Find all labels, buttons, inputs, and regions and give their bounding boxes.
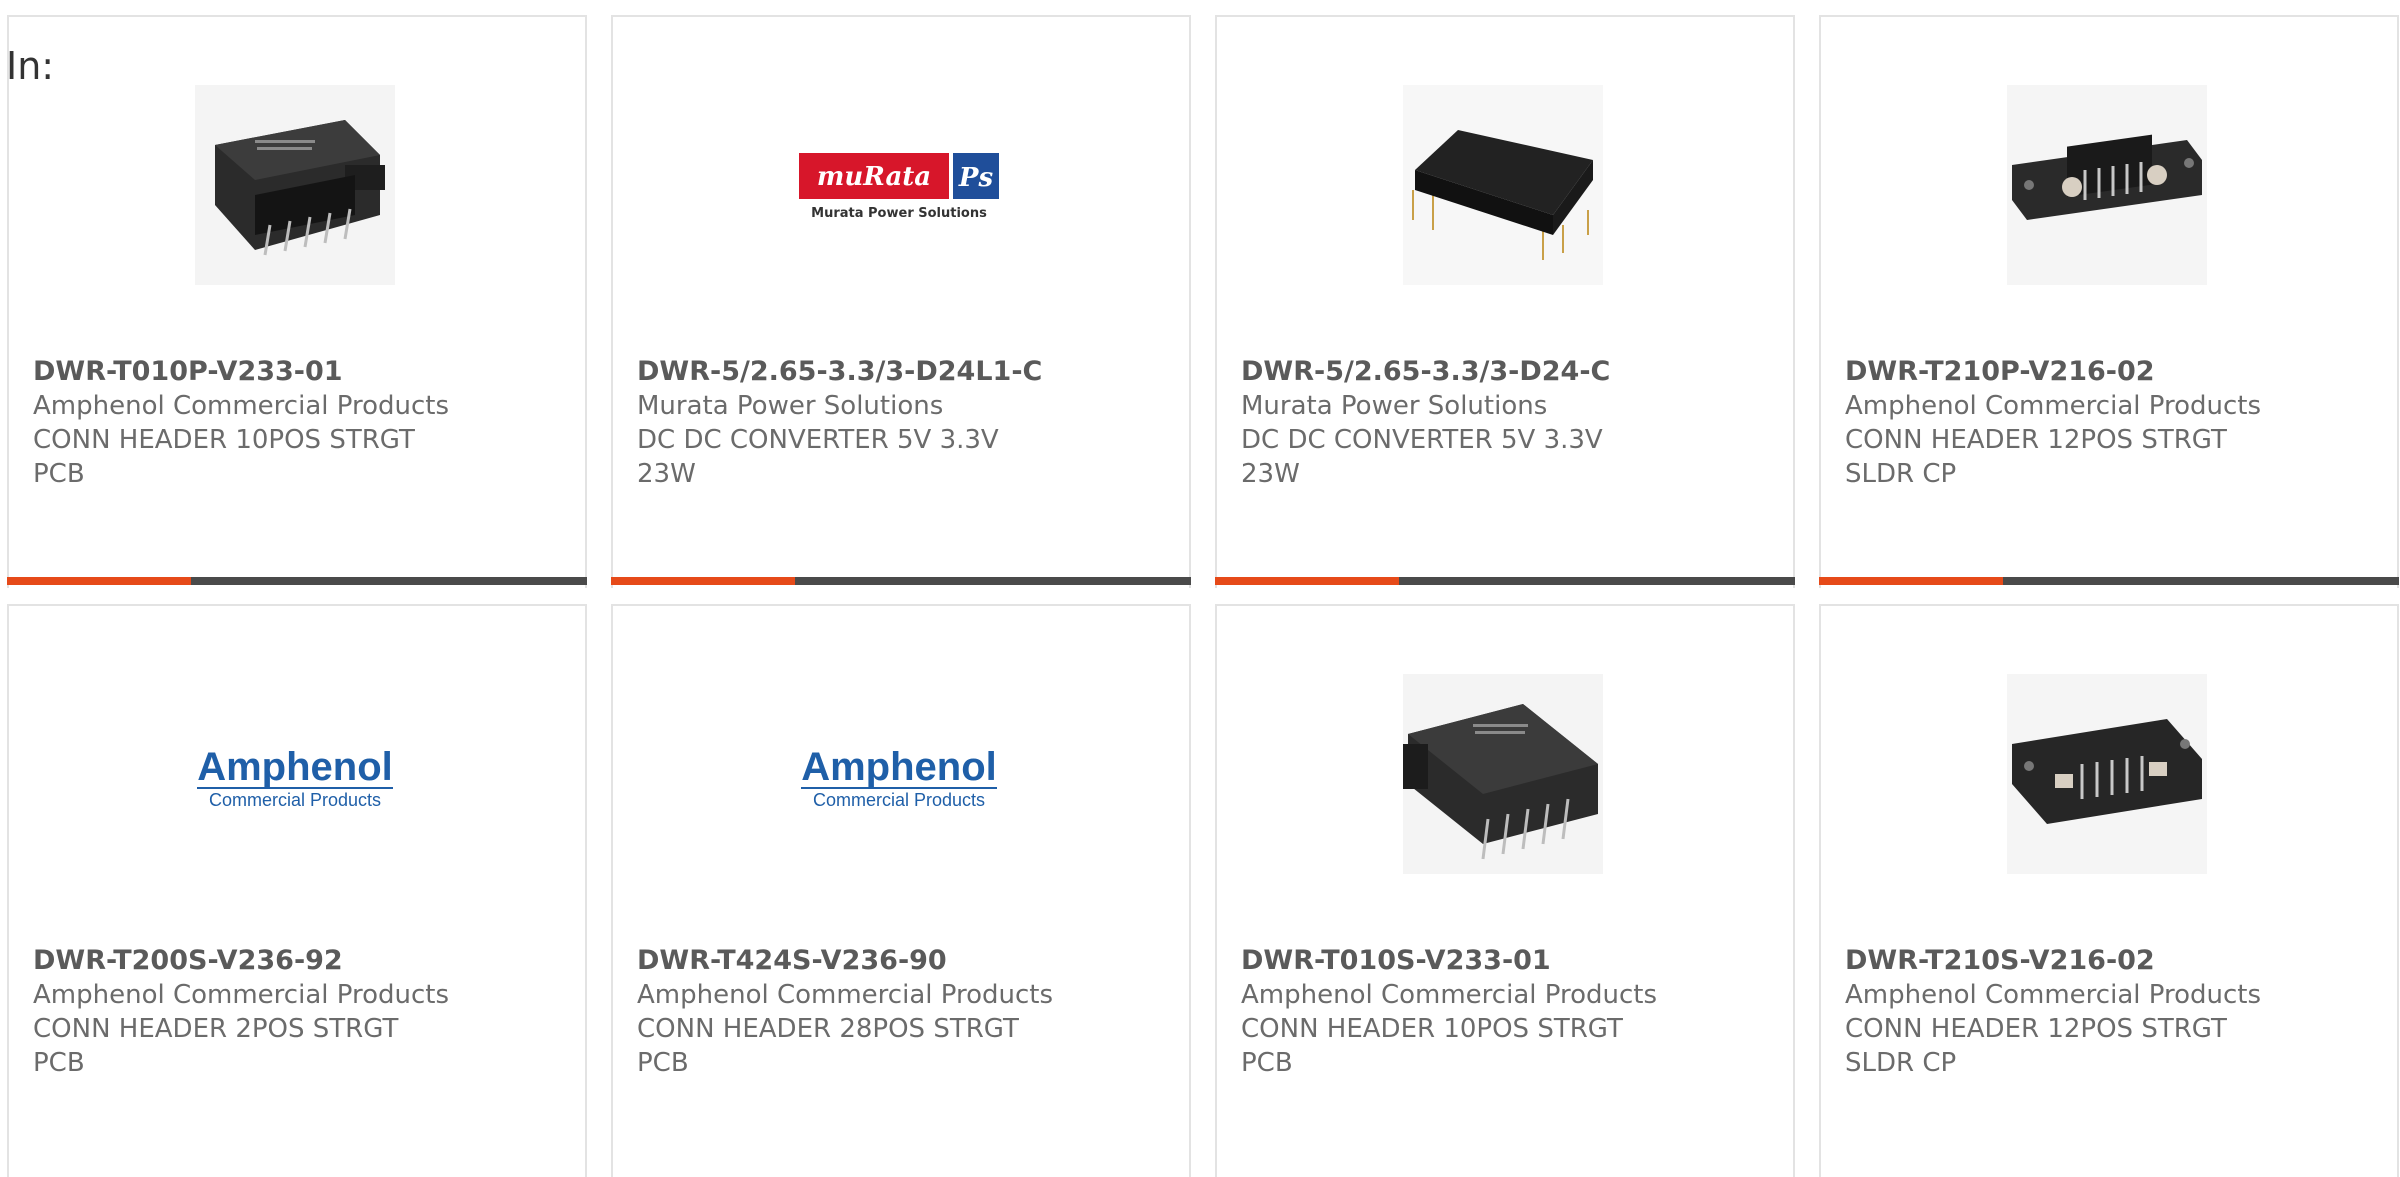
- murata-logo-icon: muRata Ps Murata Power Solutions: [799, 153, 999, 221]
- amphenol-logo-icon: Amphenol Commercial Products: [197, 745, 393, 810]
- svg-text:Amphenol: Amphenol: [801, 745, 997, 789]
- amphenol-logo-icon: Amphenol Commercial Products: [801, 745, 997, 810]
- product-card[interactable]: DWR-T010P-V233-01 Amphenol Commercial Pr…: [7, 15, 587, 588]
- product-card[interactable]: DWR-T010S-V233-01 Amphenol Commercial Pr…: [1215, 604, 1795, 1177]
- product-image[interactable]: [1403, 85, 1603, 285]
- svg-text:Murata Power Solutions: Murata Power Solutions: [811, 206, 987, 221]
- description: CONN HEADER 12POS STRGT SLDR CP: [1845, 1014, 2227, 1078]
- part-number[interactable]: DWR-5/2.65-3.3/3-D24L1-C: [637, 355, 1077, 389]
- filter-label: In:: [6, 44, 55, 88]
- description: CONN HEADER 2POS STRGT PCB: [33, 1014, 399, 1078]
- header-connector-icon: [2007, 85, 2207, 285]
- part-number[interactable]: DWR-T010P-V233-01: [33, 355, 473, 389]
- product-card[interactable]: DWR-T210S-V216-02 Amphenol Commercial Pr…: [1819, 604, 2399, 1177]
- card-accent: [1215, 577, 1399, 585]
- manufacturer: Murata Power Solutions: [1241, 391, 1548, 421]
- product-card[interactable]: muRata Ps Murata Power Solutions DWR-5/2…: [611, 15, 1191, 588]
- manufacturer: Amphenol Commercial Products: [33, 391, 449, 421]
- part-number[interactable]: DWR-T200S-V236-92: [33, 944, 473, 978]
- product-card[interactable]: Amphenol Commercial Products DWR-T424S-V…: [611, 604, 1191, 1177]
- part-number[interactable]: DWR-T210P-V216-02: [1845, 355, 2285, 389]
- header-connector-icon: [195, 85, 395, 285]
- product-image[interactable]: muRata Ps Murata Power Solutions: [799, 85, 999, 285]
- card-accent: [611, 577, 795, 585]
- manufacturer: Murata Power Solutions: [637, 391, 944, 421]
- svg-text:muRata: muRata: [817, 162, 931, 192]
- svg-text:Amphenol: Amphenol: [197, 745, 393, 789]
- description: CONN HEADER 12POS STRGT SLDR CP: [1845, 425, 2227, 489]
- svg-text:Commercial Products: Commercial Products: [813, 790, 985, 810]
- card-accent: [7, 577, 191, 585]
- product-card[interactable]: DWR-5/2.65-3.3/3-D24-C Murata Power Solu…: [1215, 15, 1795, 588]
- product-grid: DWR-T010P-V233-01 Amphenol Commercial Pr…: [7, 15, 2399, 1177]
- manufacturer: Amphenol Commercial Products: [1241, 980, 1657, 1010]
- product-image[interactable]: [2007, 674, 2207, 874]
- card-bottom-bar: [7, 577, 587, 585]
- description: DC DC CONVERTER 5V 3.3V 23W: [637, 425, 999, 489]
- card-bottom-bar: [611, 577, 1191, 585]
- description: CONN HEADER 10POS STRGT PCB: [33, 425, 415, 489]
- product-image[interactable]: [195, 85, 395, 285]
- card-bottom-bar: [1215, 577, 1795, 585]
- part-number[interactable]: DWR-T424S-V236-90: [637, 944, 1077, 978]
- description: CONN HEADER 10POS STRGT PCB: [1241, 1014, 1623, 1078]
- part-number[interactable]: DWR-5/2.65-3.3/3-D24-C: [1241, 355, 1681, 389]
- description: CONN HEADER 28POS STRGT PCB: [637, 1014, 1019, 1078]
- part-number[interactable]: DWR-T210S-V216-02: [1845, 944, 2285, 978]
- product-image[interactable]: Amphenol Commercial Products: [195, 674, 395, 874]
- product-card[interactable]: Amphenol Commercial Products DWR-T200S-V…: [7, 604, 587, 1177]
- description: DC DC CONVERTER 5V 3.3V 23W: [1241, 425, 1603, 489]
- header-connector-icon: [1403, 674, 1603, 874]
- card-bottom-bar: [1819, 577, 2399, 585]
- manufacturer: Amphenol Commercial Products: [637, 980, 1053, 1010]
- card-accent: [1819, 577, 2003, 585]
- dc-converter-icon: [1403, 85, 1603, 285]
- svg-text:Commercial Products: Commercial Products: [209, 790, 381, 810]
- manufacturer: Amphenol Commercial Products: [1845, 391, 2261, 421]
- manufacturer: Amphenol Commercial Products: [1845, 980, 2261, 1010]
- product-image[interactable]: [2007, 85, 2207, 285]
- manufacturer: Amphenol Commercial Products: [33, 980, 449, 1010]
- svg-text:Ps: Ps: [958, 163, 994, 193]
- product-image[interactable]: [1403, 674, 1603, 874]
- header-connector-icon: [2007, 674, 2207, 874]
- part-number[interactable]: DWR-T010S-V233-01: [1241, 944, 1681, 978]
- product-card[interactable]: DWR-T210P-V216-02 Amphenol Commercial Pr…: [1819, 15, 2399, 588]
- product-image[interactable]: Amphenol Commercial Products: [799, 674, 999, 874]
